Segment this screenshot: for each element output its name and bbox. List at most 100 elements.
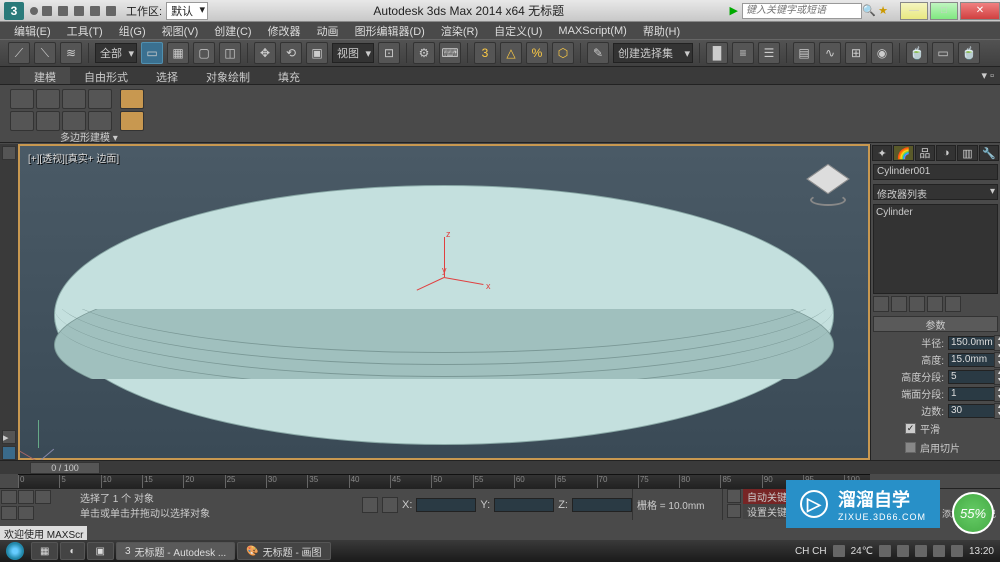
menu-help[interactable]: 帮助(H) — [637, 23, 686, 39]
param-smooth-checkbox[interactable]: ✓ — [905, 423, 916, 434]
window-maximize-button[interactable]: □ — [930, 2, 958, 20]
panel-tab-utilities-icon[interactable]: 🔧 — [979, 145, 999, 161]
angle-snap-button[interactable]: △ — [500, 42, 522, 64]
start-button[interactable] — [0, 540, 30, 562]
time-ruler[interactable]: 0510152025303540455055606570758085909510… — [18, 474, 870, 488]
stack-show-icon[interactable] — [891, 296, 907, 312]
taskbar-item-3dsmax[interactable]: 3无标题 - Autodesk ... — [116, 542, 235, 560]
tray-clock[interactable]: 13:20 — [969, 546, 994, 557]
rb-edge-icon[interactable] — [62, 89, 86, 109]
sb-iso-icon[interactable] — [18, 490, 34, 504]
window-minimize-button[interactable]: — — [900, 2, 928, 20]
rb-more-icon[interactable] — [62, 111, 86, 131]
spinner-snap-button[interactable]: ⬡ — [552, 42, 574, 64]
taskbar-item-paint[interactable]: 🎨无标题 - 画图 — [237, 542, 330, 560]
tray-icon-3[interactable] — [897, 545, 909, 557]
stack-remove-icon[interactable] — [927, 296, 943, 312]
task-pin-browser[interactable]: ◐ — [60, 542, 84, 560]
ribbon-group-label[interactable]: 多边形建模 ▾ — [60, 129, 130, 144]
window-close-button[interactable]: ✕ — [960, 2, 1000, 20]
align-button[interactable]: ≡ — [732, 42, 754, 64]
render-frame-button[interactable]: ▭ — [932, 42, 954, 64]
rb-more2-icon[interactable] — [88, 111, 112, 131]
ribbon-tab-freeform[interactable]: 自由形式 — [70, 67, 142, 84]
sb-misc1-icon[interactable] — [1, 506, 17, 520]
scale-button[interactable]: ▣ — [306, 42, 328, 64]
menu-modifiers[interactable]: 修改器 — [262, 23, 307, 39]
rotate-button[interactable]: ⟲ — [280, 42, 302, 64]
param-cseg-spinner[interactable]: 1 — [948, 387, 996, 401]
curve-editor-button[interactable]: ∿ — [819, 42, 841, 64]
select-name-button[interactable]: ▦ — [167, 42, 189, 64]
sb-lock-icon[interactable] — [1, 490, 17, 504]
menu-create[interactable]: 创建(C) — [208, 23, 257, 39]
ls-thumb[interactable] — [2, 446, 16, 460]
tray-volume-icon[interactable] — [933, 545, 945, 557]
snap-toggle-button[interactable]: 3 — [474, 42, 496, 64]
stack-config-icon[interactable] — [945, 296, 961, 312]
ribbon-pin-icon[interactable]: ▾ ▫ — [976, 67, 1000, 84]
tray-icon-1[interactable] — [833, 545, 845, 557]
menu-view[interactable]: 视图(V) — [156, 23, 205, 39]
manipulate-button[interactable]: ⚙ — [413, 42, 435, 64]
app-icon[interactable]: 3 — [4, 2, 24, 20]
rb-axis2-icon[interactable] — [120, 111, 144, 131]
coord-y-input[interactable] — [494, 498, 554, 512]
rollout-parameters-header[interactable]: 参数 — [873, 316, 998, 332]
object-name-field[interactable]: Cylinder001 — [873, 164, 998, 180]
fav-star-icon[interactable]: ★ — [876, 4, 890, 17]
panel-tab-modify-icon[interactable]: 🌈 — [893, 145, 913, 161]
coord-x-input[interactable] — [416, 498, 476, 512]
menu-maxscript[interactable]: MAXScript(M) — [552, 25, 632, 37]
param-slice-checkbox[interactable] — [905, 442, 916, 453]
cylinder-object[interactable] — [54, 185, 834, 445]
task-pin-tool[interactable]: ▣ — [87, 542, 114, 560]
tray-weather[interactable]: 24℃ — [851, 546, 873, 557]
rb-element-icon[interactable] — [36, 111, 60, 131]
select-region-button[interactable]: ▢ — [193, 42, 215, 64]
param-radius-spinner[interactable]: 150.0mm — [948, 336, 996, 350]
modifier-list-dropdown[interactable]: 修改器列表 — [873, 184, 998, 200]
viewport-perspective[interactable]: [+][透视][真实+ 边面] z x y — [18, 144, 870, 460]
param-height-spinner[interactable]: 15.0mm — [948, 353, 996, 367]
time-slider[interactable]: 0 / 100 — [30, 462, 100, 474]
menu-group[interactable]: 组(G) — [113, 23, 152, 39]
ribbon-tab-objectpaint[interactable]: 对象绘制 — [192, 67, 264, 84]
layers-button[interactable]: ☰ — [758, 42, 780, 64]
key-lock-icon[interactable] — [727, 489, 741, 503]
qa-open-icon[interactable] — [58, 6, 68, 16]
menu-grapheditors[interactable]: 图形编辑器(D) — [349, 23, 431, 39]
render-setup-button[interactable]: 🍵 — [906, 42, 928, 64]
viewcube[interactable] — [808, 162, 848, 202]
tray-icon-2[interactable] — [879, 545, 891, 557]
rb-border-icon[interactable] — [88, 89, 112, 109]
viewport-label[interactable]: [+][透视][真实+ 边面] — [28, 150, 119, 165]
move-button[interactable]: ✥ — [254, 42, 276, 64]
help-search-input[interactable] — [742, 3, 862, 19]
lock-selection-icon[interactable] — [362, 497, 378, 513]
search-glass-icon[interactable]: 🔍 — [862, 4, 876, 17]
menu-tools[interactable]: 工具(T) — [61, 23, 109, 39]
refcoord-dropdown[interactable]: 视图 — [332, 43, 374, 63]
rb-vertex-icon[interactable] — [36, 89, 60, 109]
welcome-popup[interactable]: 欢迎使用 MAXScr — [0, 526, 87, 540]
key-icon[interactable] — [727, 504, 741, 518]
qa-save-icon[interactable] — [74, 6, 84, 16]
select-object-button[interactable]: ▭ — [141, 42, 163, 64]
qa-redo-icon[interactable] — [106, 6, 116, 16]
stack-pin-icon[interactable] — [873, 296, 889, 312]
rb-axis1-icon[interactable] — [120, 89, 144, 109]
mirror-button[interactable]: ▐▌ — [706, 42, 728, 64]
qa-undo-icon[interactable] — [90, 6, 100, 16]
panel-tab-motion-icon[interactable]: ◑ — [936, 145, 956, 161]
percent-snap-button[interactable]: % — [526, 42, 548, 64]
modifier-stack[interactable]: Cylinder — [873, 204, 998, 294]
menu-animation[interactable]: 动画 — [311, 23, 345, 39]
time-slider-bar[interactable]: 0 / 100 — [0, 460, 1000, 474]
panel-tab-create-icon[interactable]: ✦ — [872, 145, 892, 161]
menu-edit[interactable]: 编辑(E) — [8, 23, 57, 39]
selection-filter-dropdown[interactable]: 全部 — [95, 43, 137, 63]
graphite-toggle-button[interactable]: ▤ — [793, 42, 815, 64]
tray-icon-4[interactable] — [915, 545, 927, 557]
bind-icon[interactable]: ≋ — [60, 42, 82, 64]
